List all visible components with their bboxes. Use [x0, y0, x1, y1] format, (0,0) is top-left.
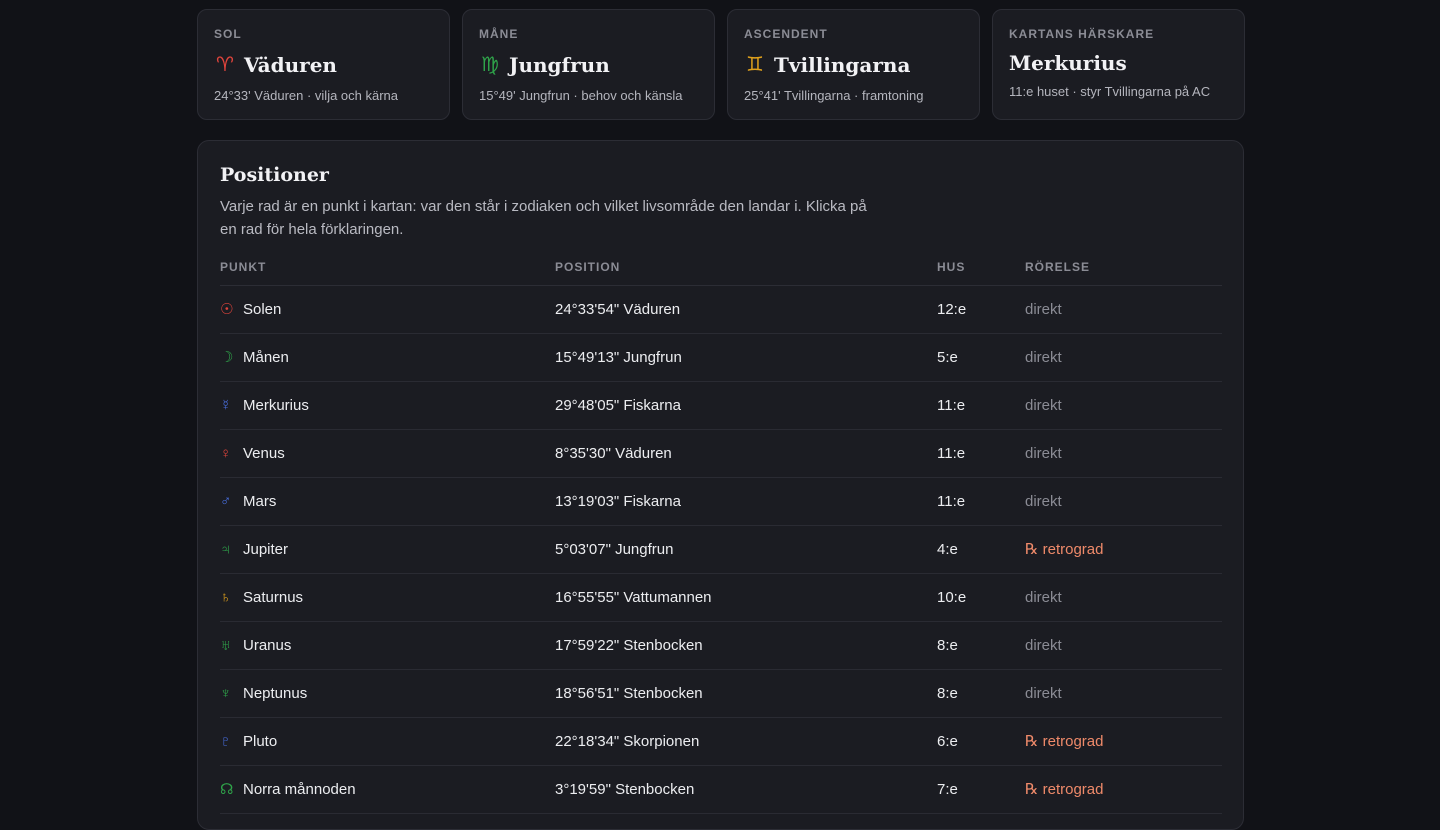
neptune-icon: ♆ — [220, 684, 232, 702]
motion-direct: direkt — [1025, 573, 1222, 622]
column-header-house: HUS — [937, 257, 1025, 286]
table-row[interactable]: ☿ Merkurius 29°48'05" Fiskarna 11:e direkt — [220, 381, 1222, 430]
point-name: Neptunus — [243, 684, 308, 702]
point-position: 3°19'59" Stenbocken — [555, 765, 937, 814]
pluto-icon: ♇ — [220, 732, 232, 750]
table-row[interactable]: ♅ Uranus 17°59'22" Stenbocken 8:e direkt — [220, 621, 1222, 670]
column-header-position: POSITION — [555, 257, 937, 286]
motion-direct: direkt — [1025, 381, 1222, 430]
point-position: 17°59'22" Stenbocken — [555, 621, 937, 670]
point-position: 16°55'55" Vattumannen — [555, 573, 937, 622]
point-house: 7:e — [937, 765, 1025, 814]
table-row[interactable]: ☽ Månen 15°49'13" Jungfrun 5:e direkt — [220, 333, 1222, 382]
motion-direct: direkt — [1025, 333, 1222, 382]
point-house: 5:e — [937, 333, 1025, 382]
card-kicker: KARTANS HÄRSKARE — [1009, 27, 1155, 41]
point-house: 11:e — [937, 429, 1025, 478]
point-position: 24°33'54" Väduren — [555, 285, 937, 334]
positions-table: PUNKT POSITION HUS RÖRELSE ☉ Solen 24°33'5… — [220, 257, 1222, 814]
moon-icon: ☽ — [220, 349, 234, 366]
card-kicker: SOL — [214, 27, 242, 41]
point-name: Uranus — [243, 636, 292, 654]
card-subtitle: 11:e huset · styr Tvillingarna på AC — [1009, 84, 1211, 99]
card-moon: MÅNE ♍ Jungfrun 15°49' Jungfrun · behov … — [462, 9, 715, 120]
card-sun: SOL ♈ Väduren 24°33' Väduren · vilja och… — [197, 9, 450, 120]
point-position: 29°48'05" Fiskarna — [555, 381, 937, 430]
point-position: 15°49'13" Jungfrun — [555, 333, 937, 382]
column-header-point: PUNKT — [220, 257, 555, 286]
saturn-icon: ♄ — [220, 588, 232, 606]
positions-panel: Positioner Varje rad är en punkt i karta… — [197, 140, 1244, 830]
point-house: 12:e — [937, 285, 1025, 334]
motion-direct: direkt — [1025, 477, 1222, 526]
card-title: Jungfrun — [509, 53, 610, 77]
motion-direct: direkt — [1025, 621, 1222, 670]
card-kicker: ASCENDENT — [744, 27, 828, 41]
point-house: 11:e — [937, 477, 1025, 526]
motion-direct: direkt — [1025, 669, 1222, 718]
mercury-icon: ☿ — [220, 396, 232, 414]
card-title: Merkurius — [1009, 51, 1127, 75]
motion-direct: direkt — [1025, 285, 1222, 334]
card-title: Tvillingarna — [774, 53, 911, 77]
card-chart-ruler: KARTANS HÄRSKARE Merkurius 11:e huset · … — [992, 9, 1245, 120]
motion-direct: direkt — [1025, 429, 1222, 478]
panel-title: Positioner — [220, 164, 329, 186]
jupiter-icon: ♃ — [220, 540, 232, 558]
point-house: 4:e — [937, 525, 1025, 574]
table-row[interactable]: ♆ Neptunus 18°56'51" Stenbocken 8:e direkt — [220, 669, 1222, 718]
table-row[interactable]: ♀ Venus 8°35'30" Väduren 11:e direkt — [220, 429, 1222, 478]
point-position: 18°56'51" Stenbocken — [555, 669, 937, 718]
table-row[interactable]: ♄ Saturnus 16°55'55" Vattumannen 10:e direkt — [220, 573, 1222, 622]
table-row[interactable]: ♂ Mars 13°19'03" Fiskarna 11:e direkt — [220, 477, 1222, 526]
summary-cards: SOL ♈ Väduren 24°33' Väduren · vilja och… — [197, 9, 1245, 120]
point-name: Saturnus — [243, 588, 304, 606]
motion-retrograde: ℞ retrograd — [1025, 765, 1222, 814]
aries-icon: ♈ — [216, 54, 234, 76]
column-header-motion: RÖRELSE — [1025, 257, 1222, 286]
point-name: Venus — [243, 444, 285, 462]
point-position: 13°19'03" Fiskarna — [555, 477, 937, 526]
gemini-icon: ♊ — [746, 54, 764, 76]
point-position: 22°18'34" Skorpionen — [555, 717, 937, 766]
panel-description: Varje rad är en punkt i kartan: var den … — [220, 198, 867, 238]
table-row[interactable]: ☊ Norra månnoden 3°19'59" Stenbocken 7:e ℞ r… — [220, 765, 1222, 814]
card-subtitle: 24°33' Väduren · vilja och kärna — [214, 88, 399, 103]
table-row[interactable]: ☉ Solen 24°33'54" Väduren 12:e direkt — [220, 285, 1222, 334]
point-house: 6:e — [937, 717, 1025, 766]
point-name: Solen — [243, 300, 282, 318]
point-name: Merkurius — [243, 396, 309, 414]
point-house: 8:e — [937, 669, 1025, 718]
point-house: 8:e — [937, 621, 1025, 670]
motion-retrograde: ℞ retrograd — [1025, 525, 1222, 574]
card-subtitle: 25°41' Tvillingarna · framtoning — [744, 88, 924, 103]
virgo-icon: ♍ — [481, 54, 499, 76]
point-name: Norra månnoden — [243, 780, 356, 798]
sun-icon: ☉ — [220, 301, 234, 318]
north-node-icon: ☊ — [220, 781, 234, 798]
point-house: 11:e — [937, 381, 1025, 430]
point-house: 10:e — [937, 573, 1025, 622]
point-name: Månen — [243, 348, 289, 366]
point-name: Mars — [243, 492, 277, 510]
point-name: Pluto — [243, 732, 278, 750]
card-ascendant: ASCENDENT ♊ Tvillingarna 25°41' Tvilling… — [727, 9, 980, 120]
mars-icon: ♂ — [220, 492, 232, 510]
card-subtitle: 15°49' Jungfrun · behov och känsla — [479, 88, 683, 103]
point-name: Jupiter — [243, 540, 289, 558]
motion-retrograde: ℞ retrograd — [1025, 717, 1222, 766]
table-header-row: PUNKT POSITION HUS RÖRELSE — [220, 257, 1222, 286]
point-position: 5°03'07" Jungfrun — [555, 525, 937, 574]
point-position: 8°35'30" Väduren — [555, 429, 937, 478]
table-row[interactable]: ♃ Jupiter 5°03'07" Jungfrun 4:e ℞ retrograd — [220, 525, 1222, 574]
card-kicker: MÅNE — [479, 27, 519, 41]
table-row[interactable]: ♇ Pluto 22°18'34" Skorpionen 6:e ℞ retrograd — [220, 717, 1222, 766]
venus-icon: ♀ — [220, 444, 232, 462]
card-title: Väduren — [244, 53, 337, 77]
uranus-icon: ♅ — [220, 636, 232, 654]
